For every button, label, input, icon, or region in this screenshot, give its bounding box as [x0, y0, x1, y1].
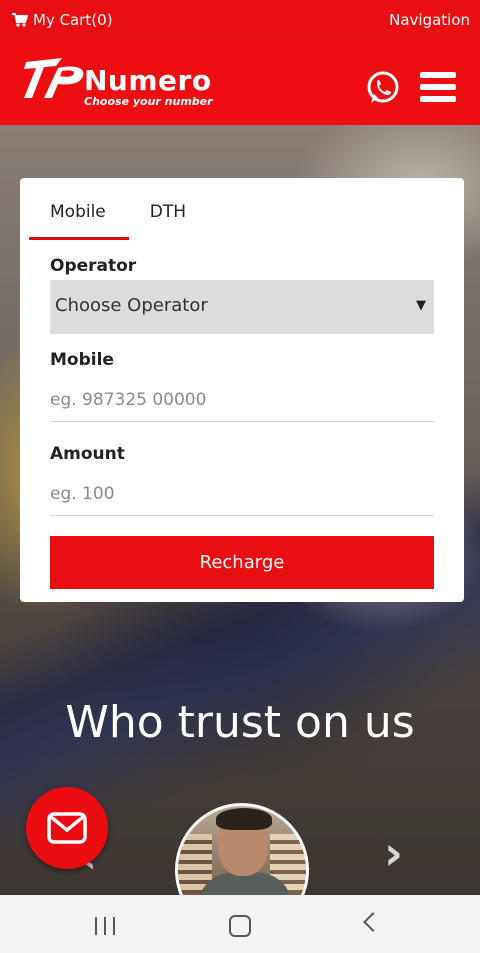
whatsapp-button[interactable] — [365, 70, 401, 106]
top-strip: My Cart(0) Navigation — [0, 0, 480, 42]
cart-icon — [12, 13, 28, 27]
cart-label: My Cart(0) — [33, 11, 113, 29]
menu-button[interactable] — [420, 72, 456, 102]
system-nav-bar — [0, 895, 480, 953]
recharge-card: Mobile DTH Operator Choose Operator ▼ Mo… — [20, 178, 464, 602]
mobile-input[interactable]: eg. 987325 00000 — [50, 382, 434, 422]
tab-mobile[interactable]: Mobile — [50, 202, 106, 222]
operator-label: Operator — [50, 256, 137, 276]
brand-name: Numero — [84, 64, 212, 97]
menu-icon — [420, 72, 456, 102]
brand-logo[interactable]: Numero Choose your number — [22, 54, 232, 112]
navigation-link[interactable]: Navigation — [389, 11, 470, 29]
brand-tagline: Choose your number — [84, 95, 213, 108]
back-icon[interactable] — [363, 912, 383, 932]
operator-select[interactable]: Choose Operator ▼ — [50, 280, 434, 334]
site-header: Numero Choose your number — [0, 42, 480, 125]
recharge-tabs: Mobile DTH — [50, 202, 230, 222]
testimonials-heading: Who trust on us — [65, 697, 415, 748]
amount-input[interactable]: eg. 100 — [50, 476, 434, 516]
amount-label: Amount — [50, 444, 125, 464]
mobile-label: Mobile — [50, 350, 114, 370]
recents-icon[interactable] — [95, 917, 115, 935]
chevron-right-icon[interactable]: › — [384, 826, 403, 880]
recharge-button[interactable]: Recharge — [50, 536, 434, 589]
active-tab-indicator — [29, 237, 129, 240]
whatsapp-icon — [367, 71, 399, 103]
logo-icon — [24, 58, 84, 98]
mail-button[interactable] — [26, 787, 108, 869]
cart-link[interactable]: My Cart(0) — [12, 11, 113, 29]
tab-dth[interactable]: DTH — [150, 202, 186, 222]
dropdown-caret-icon: ▼ — [416, 298, 426, 313]
home-icon[interactable] — [229, 915, 251, 937]
mail-icon — [47, 812, 87, 844]
operator-selected-value: Choose Operator — [55, 295, 208, 316]
